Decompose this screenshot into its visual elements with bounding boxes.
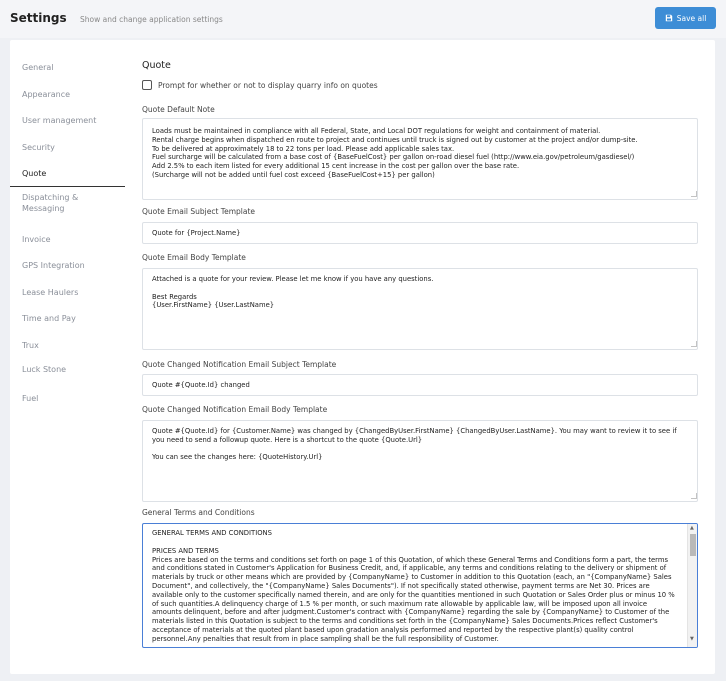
- prompt-quarry-info-row: Prompt for whether or not to display qua…: [142, 80, 378, 90]
- prompt-quarry-info-checkbox[interactable]: [142, 80, 152, 90]
- changed-subject-label: Quote Changed Notification Email Subject…: [142, 360, 337, 369]
- sidebar-item-security[interactable]: Security: [10, 134, 125, 161]
- sidebar-item-fuel[interactable]: Fuel: [10, 385, 125, 412]
- terms-heading: GENERAL TERMS AND CONDITIONS: [152, 529, 272, 537]
- page-subtitle: Show and change application settings: [80, 15, 223, 24]
- default-note-label: Quote Default Note: [142, 105, 215, 114]
- section-title: Quote: [142, 60, 171, 71]
- sidebar-item-time-and-pay[interactable]: Time and Pay: [10, 305, 125, 332]
- terms-textarea[interactable]: GENERAL TERMS AND CONDITIONS PRICES AND …: [142, 523, 698, 648]
- changed-body-resize-handle[interactable]: [691, 493, 697, 499]
- sidebar-item-luck-stone[interactable]: Luck Stone: [10, 358, 125, 385]
- sidebar-item-general[interactable]: General: [10, 54, 125, 81]
- save-all-label: Save all: [676, 13, 707, 23]
- terms-subheading: PRICES AND TERMS: [152, 546, 219, 555]
- floppy-disk-icon: [665, 14, 672, 22]
- page-title: Settings: [10, 11, 67, 25]
- sidebar-item-quote[interactable]: Quote: [10, 160, 125, 187]
- email-subject-input[interactable]: Quote for {Project.Name}: [142, 222, 698, 244]
- email-body-resize-handle[interactable]: [691, 341, 697, 347]
- settings-sidebar: General Appearance User management Secur…: [10, 54, 125, 411]
- changed-subject-input[interactable]: Quote #{Quote.Id} changed: [142, 374, 698, 396]
- default-note-resize-handle[interactable]: [691, 191, 697, 197]
- terms-body: Prices are based on the terms and condit…: [152, 555, 675, 643]
- sidebar-item-trux[interactable]: Trux: [10, 332, 125, 359]
- prompt-quarry-info-label: Prompt for whether or not to display qua…: [158, 80, 378, 90]
- sidebar-item-gps-integration[interactable]: GPS Integration: [10, 252, 125, 279]
- sidebar-item-appearance[interactable]: Appearance: [10, 81, 125, 108]
- sidebar-item-dispatching-messaging[interactable]: Dispatching & Messaging: [10, 187, 125, 226]
- changed-body-textarea[interactable]: Quote #{Quote.Id} for {Customer.Name} wa…: [142, 420, 698, 502]
- changed-body-label: Quote Changed Notification Email Body Te…: [142, 405, 328, 414]
- sidebar-item-invoice[interactable]: Invoice: [10, 226, 125, 253]
- terms-label: General Terms and Conditions: [142, 508, 255, 517]
- email-body-label: Quote Email Body Template: [142, 253, 246, 262]
- email-subject-label: Quote Email Subject Template: [142, 207, 256, 216]
- save-all-button[interactable]: Save all: [655, 7, 716, 29]
- default-note-textarea[interactable]: Loads must be maintained in compliance w…: [142, 118, 698, 200]
- terms-scroll-thumb[interactable]: [690, 534, 696, 556]
- sidebar-item-user-management[interactable]: User management: [10, 107, 125, 134]
- scroll-down-icon[interactable]: ▼: [690, 636, 694, 642]
- top-bar: Settings Show and change application set…: [0, 0, 726, 38]
- email-body-textarea[interactable]: Attached is a quote for your review. Ple…: [142, 268, 698, 350]
- terms-scrollbar[interactable]: ▲ ▼: [687, 524, 697, 647]
- sidebar-item-lease-haulers[interactable]: Lease Haulers: [10, 279, 125, 306]
- settings-card: General Appearance User management Secur…: [10, 40, 715, 674]
- scroll-up-icon[interactable]: ▲: [690, 525, 694, 531]
